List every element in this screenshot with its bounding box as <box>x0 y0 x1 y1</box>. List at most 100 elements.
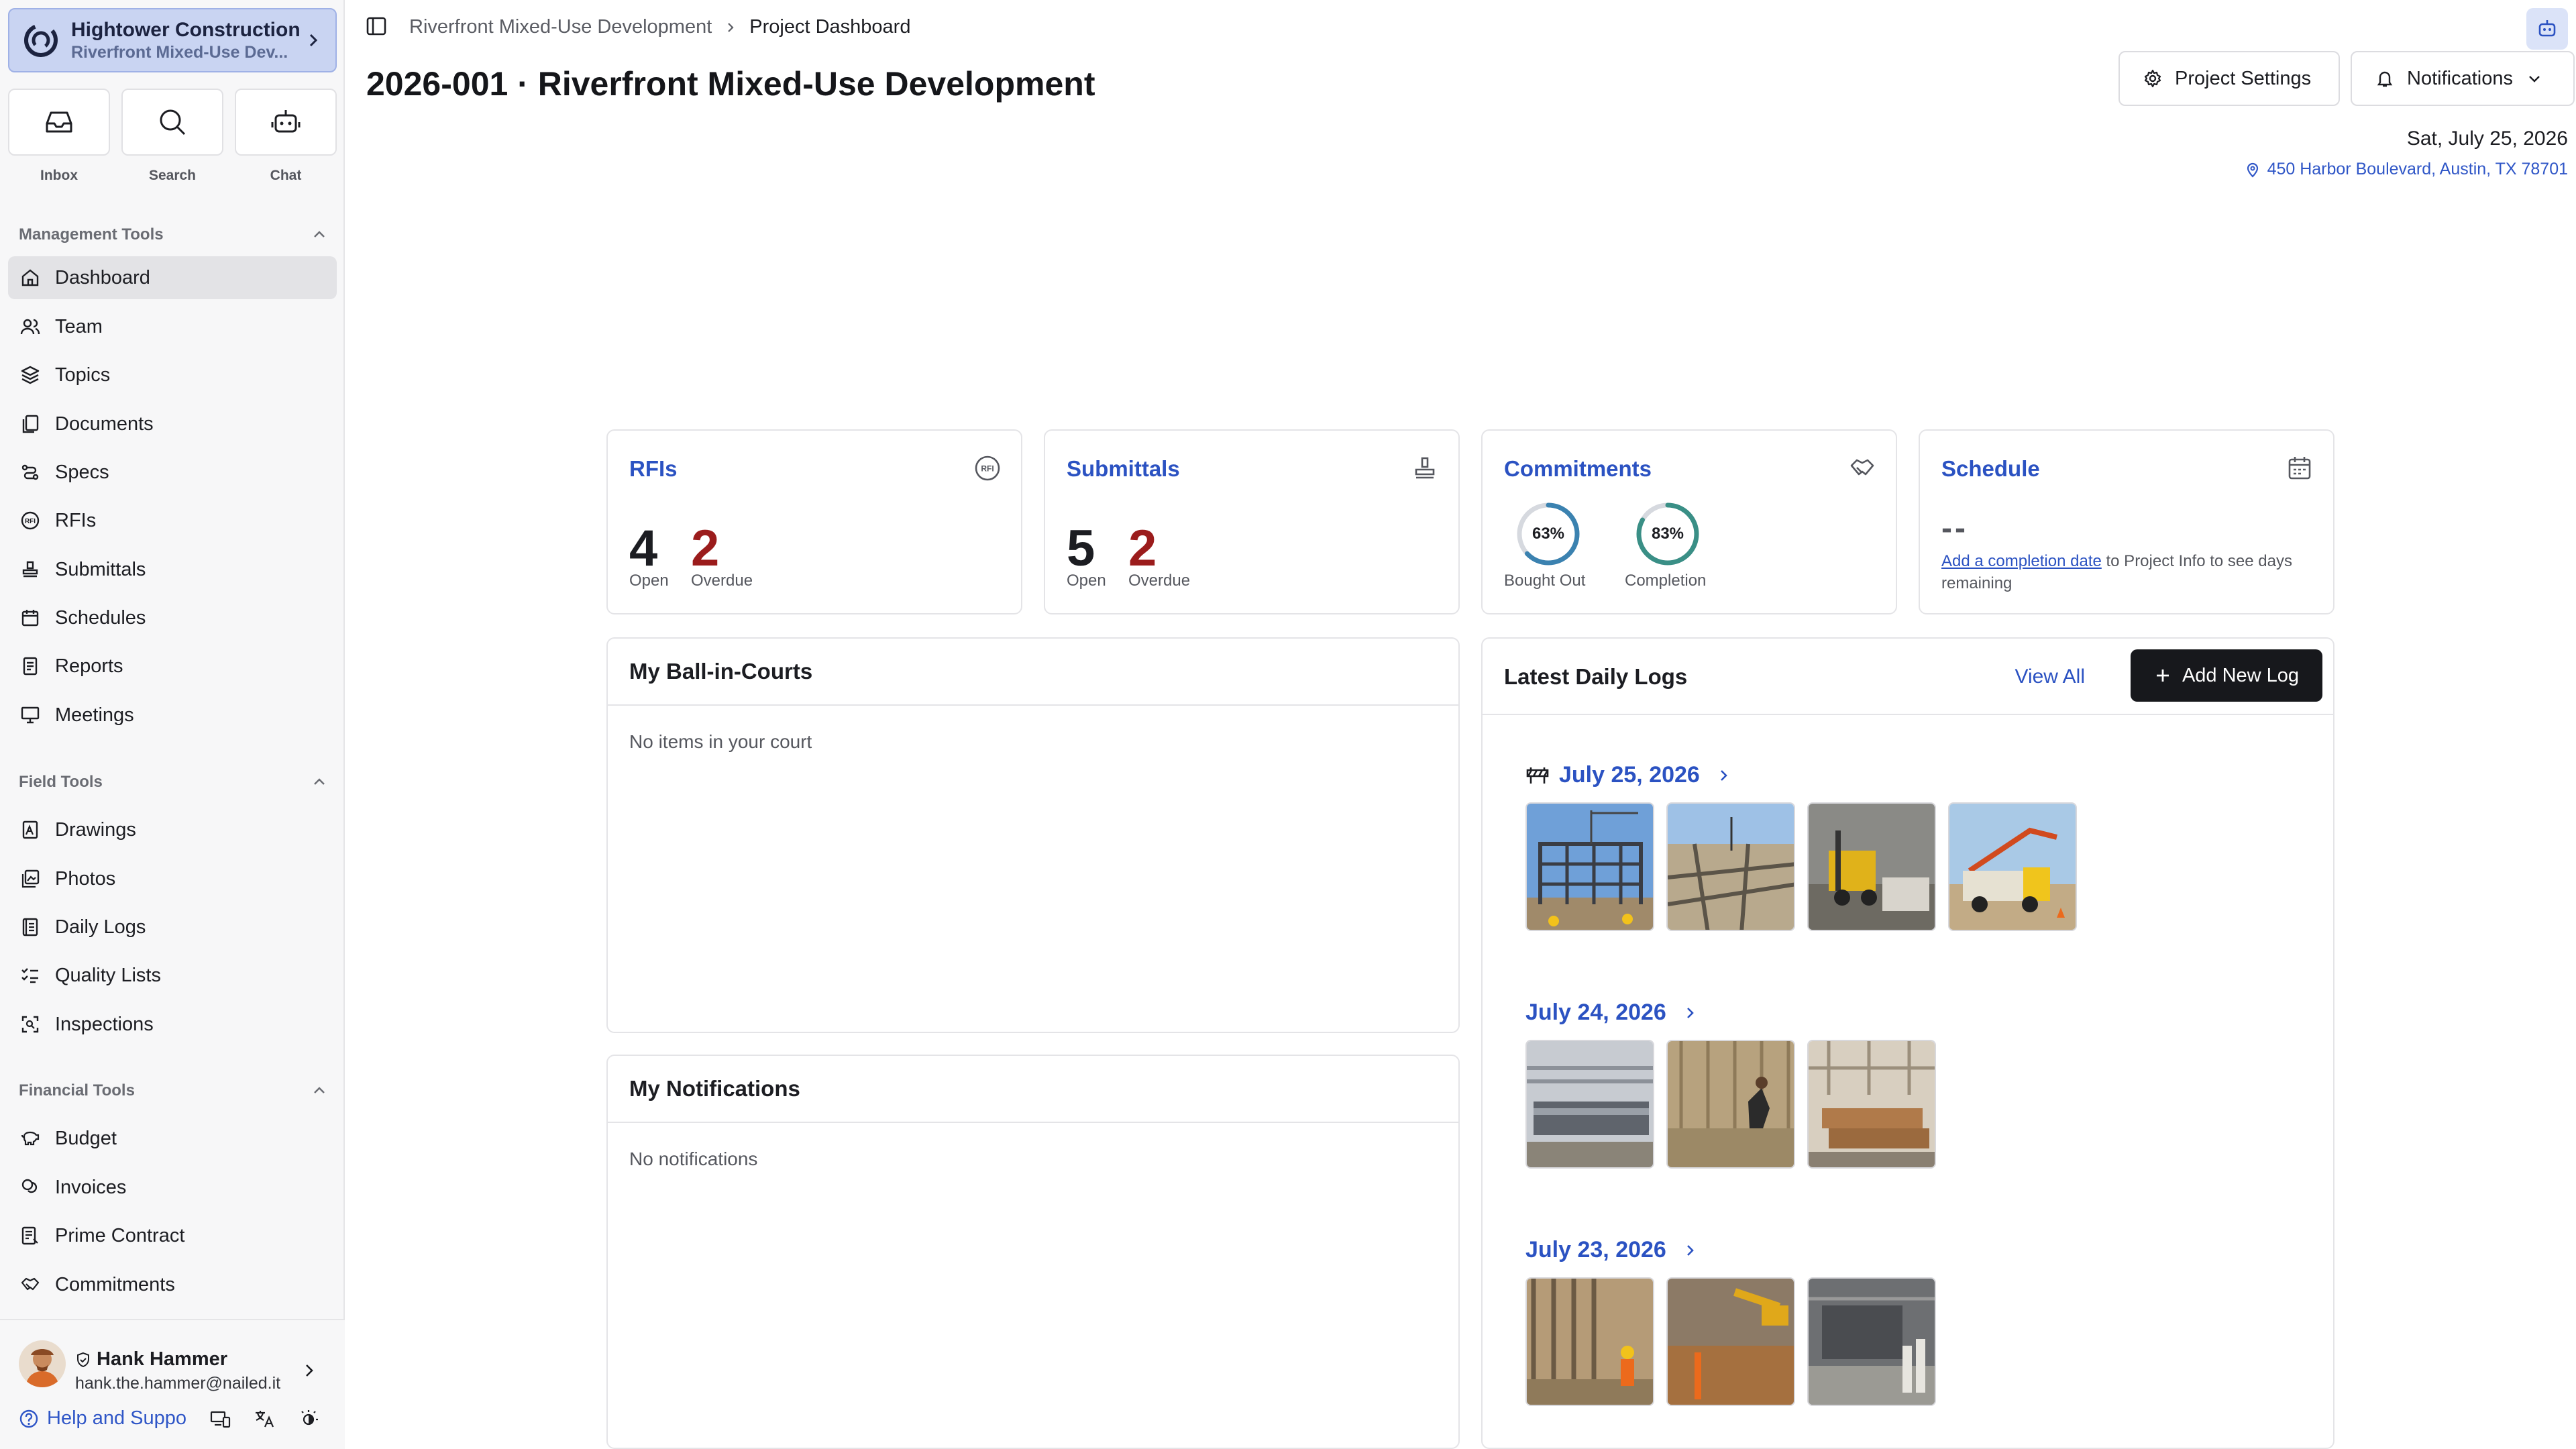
sidebar-item-schedules[interactable]: Schedules <box>8 596 337 639</box>
chevron-right-icon <box>1686 1244 1694 1256</box>
commitments-card[interactable]: Commitments 63% Bought Out 83% Completio… <box>1481 429 1897 614</box>
chevron-right-icon[interactable] <box>301 1362 318 1379</box>
inbox-button[interactable] <box>8 89 110 156</box>
org-project-name: Riverfront Mixed-Use Dev... <box>71 42 288 62</box>
help-link[interactable]: Help and Suppo <box>47 1407 195 1430</box>
notifications-label: Notifications <box>2407 67 2513 89</box>
rfis-title[interactable]: RFIs <box>629 456 678 482</box>
log-photo-thumbnail[interactable] <box>1807 802 1936 931</box>
sidebar-item-submittals[interactable]: Submittals <box>8 548 337 591</box>
translate-icon[interactable] <box>254 1408 275 1430</box>
assistant-button[interactable] <box>2526 8 2568 50</box>
sidebar-item-daily-logs[interactable]: Daily Logs <box>8 906 337 949</box>
chat-button[interactable] <box>235 89 337 156</box>
sidebar-item-quality-lists[interactable]: Quality Lists <box>8 954 337 997</box>
sidebar-item-commitments[interactable]: Commitments <box>8 1263 337 1306</box>
commitments-title[interactable]: Commitments <box>1504 456 1652 482</box>
log-date-link[interactable]: July 24, 2026 <box>1525 1000 1697 1026</box>
specs-icon <box>21 464 39 480</box>
rfi-icon: RFI <box>975 455 1000 481</box>
log-photos <box>1525 1277 1936 1406</box>
field-tools-header[interactable]: Field Tools <box>19 773 327 792</box>
sidebar-item-drawings[interactable]: Drawings <box>8 808 337 851</box>
devices-icon[interactable] <box>209 1408 231 1430</box>
submittals-open-label: Open <box>1067 572 1106 590</box>
sidebar-toggle-icon[interactable] <box>365 15 388 38</box>
rfi-icon: RFI <box>21 511 40 530</box>
schedule-title[interactable]: Schedule <box>1941 456 2040 482</box>
org-logo-icon <box>24 23 58 57</box>
financial-tools-header[interactable]: Financial Tools <box>19 1081 327 1100</box>
sidebar-item-invoices[interactable]: Invoices <box>8 1166 337 1209</box>
sidebar-item-photos[interactable]: Photos <box>8 857 337 900</box>
sidebar-item-label: Commitments <box>55 1273 175 1295</box>
rfis-card[interactable]: RFIs RFI 4 Open 2 Overdue <box>606 429 1022 614</box>
log-photo-thumbnail[interactable] <box>1525 1277 1654 1406</box>
calendar-icon <box>2288 457 2311 480</box>
sidebar-item-prime-contract[interactable]: Prime Contract <box>8 1214 337 1257</box>
project-address[interactable]: 450 Harbor Boulevard, Austin, TX 78701 <box>2245 160 2568 179</box>
chevron-down-icon <box>2529 76 2540 83</box>
report-icon <box>23 657 38 676</box>
daily-logs-title: Latest Daily Logs <box>1504 664 1688 689</box>
chevron-right-icon <box>1686 1007 1694 1018</box>
submittals-card[interactable]: Submittals 5 Open 2 Overdue <box>1044 429 1460 614</box>
add-completion-date-link[interactable]: Add a completion date <box>1941 552 2102 570</box>
sidebar-item-inspections[interactable]: Inspections <box>8 1003 337 1046</box>
sidebar-item-rfis[interactable]: RFI RFIs <box>8 499 337 542</box>
coins-icon <box>21 1179 38 1193</box>
top-bar: Riverfront Mixed-Use Development Project… <box>345 0 2576 54</box>
log-photo-thumbnail[interactable] <box>1525 802 1654 931</box>
log-photo-thumbnail[interactable] <box>1948 802 2077 931</box>
chevron-up-icon <box>314 1087 325 1093</box>
sidebar-item-label: Dashboard <box>55 266 150 288</box>
sidebar-item-dashboard[interactable]: Dashboard <box>8 256 337 299</box>
sidebar-item-documents[interactable]: Documents <box>8 402 337 445</box>
log-photo-thumbnail[interactable] <box>1666 1040 1795 1169</box>
layers-icon <box>21 366 40 384</box>
robot-icon <box>2538 20 2556 37</box>
sidebar-item-label: Prime Contract <box>55 1224 185 1246</box>
theme-icon[interactable] <box>298 1408 319 1430</box>
search-icon <box>160 109 186 136</box>
sidebar-item-label: Submittals <box>55 558 146 580</box>
add-new-log-button[interactable]: Add New Log <box>2131 649 2322 702</box>
sidebar-item-label: Drawings <box>55 818 136 841</box>
sidebar-item-label: Topics <box>55 364 111 386</box>
user-name-row: Hank Hammer <box>75 1348 227 1371</box>
ball-in-court-empty: No items in your court <box>629 731 812 752</box>
sidebar-item-label: Photos <box>55 867 116 890</box>
log-date-link[interactable]: July 23, 2026 <box>1525 1237 1697 1263</box>
calendar-icon <box>21 610 39 627</box>
log-photo-thumbnail[interactable] <box>1666 1277 1795 1406</box>
plus-icon <box>2156 669 2169 682</box>
log-photo-thumbnail[interactable] <box>1807 1277 1936 1406</box>
project-settings-button[interactable]: Project Settings <box>2118 51 2340 106</box>
avatar[interactable] <box>19 1340 66 1387</box>
sidebar-item-specs[interactable]: Specs <box>8 451 337 494</box>
sidebar-item-budget[interactable]: Budget <box>8 1117 337 1160</box>
org-switcher[interactable]: Hightower Construction Riverfront Mixed-… <box>8 8 337 72</box>
rfis-open-count: 4 <box>629 520 658 577</box>
sidebar-item-meetings[interactable]: Meetings <box>8 694 337 737</box>
sidebar-item-label: Reports <box>55 655 123 677</box>
bought-out-label: Bought Out <box>1504 572 1586 590</box>
log-photo-thumbnail[interactable] <box>1807 1040 1936 1169</box>
log-photo-thumbnail[interactable] <box>1666 802 1795 931</box>
sidebar-item-team[interactable]: Team <box>8 305 337 348</box>
log-date-text: July 23, 2026 <box>1525 1237 1666 1263</box>
search-button[interactable] <box>121 89 223 156</box>
sidebar-item-reports[interactable]: Reports <box>8 645 337 688</box>
management-tools-header[interactable]: Management Tools <box>19 225 327 244</box>
log-date-text: July 25, 2026 <box>1559 762 1700 788</box>
schedule-card[interactable]: Schedule -- Add a completion date to Pro… <box>1919 429 2334 614</box>
sidebar-item-topics[interactable]: Topics <box>8 354 337 396</box>
view-all-logs-link[interactable]: View All <box>2015 665 2085 688</box>
log-photo-thumbnail[interactable] <box>1525 1040 1654 1169</box>
notifications-dropdown[interactable]: Notifications <box>2351 51 2575 106</box>
submittals-title[interactable]: Submittals <box>1067 456 1180 482</box>
help-icon <box>19 1409 38 1428</box>
log-date-link[interactable]: July 25, 2026 <box>1525 762 1731 788</box>
sidebar-item-label: Budget <box>55 1127 117 1149</box>
breadcrumb-project[interactable]: Riverfront Mixed-Use Development <box>409 16 712 38</box>
